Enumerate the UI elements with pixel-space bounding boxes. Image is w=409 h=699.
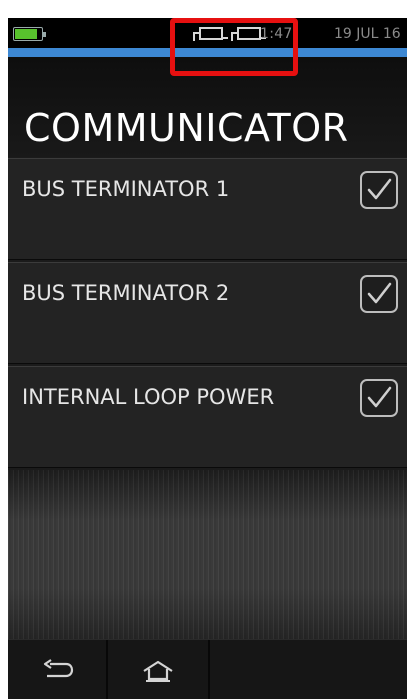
checkmark-icon	[367, 386, 392, 408]
status-date: 19 JUL 16	[334, 26, 401, 42]
background-texture	[8, 470, 407, 639]
highlight-box	[170, 18, 298, 76]
battery-icon	[13, 27, 46, 41]
back-button[interactable]	[8, 640, 106, 699]
checkmark-icon	[367, 282, 392, 304]
setting-internal-loop-power[interactable]: INTERNAL LOOP POWER	[8, 366, 407, 468]
setting-label: BUS TERMINATOR 1	[22, 177, 230, 201]
bus-terminator-1-checkbox[interactable]	[360, 171, 398, 209]
checkmark-icon	[367, 178, 392, 200]
home-icon	[143, 660, 173, 682]
back-icon	[43, 659, 74, 678]
device-screen: 1:47 19 JUL 16 COMMUNICATOR BUS TERMINAT…	[8, 18, 407, 699]
page-title: COMMUNICATOR	[24, 106, 349, 150]
setting-bus-terminator-2[interactable]: BUS TERMINATOR 2	[8, 262, 407, 364]
home-button[interactable]	[108, 640, 206, 699]
bus-terminator-2-checkbox[interactable]	[360, 275, 398, 313]
settings-list: BUS TERMINATOR 1 BUS TERMINATOR 2 INTERN…	[8, 158, 407, 468]
internal-loop-power-checkbox[interactable]	[360, 379, 398, 417]
setting-bus-terminator-1[interactable]: BUS TERMINATOR 1	[8, 158, 407, 260]
setting-label: INTERNAL LOOP POWER	[22, 385, 275, 409]
setting-label: BUS TERMINATOR 2	[22, 281, 230, 305]
nav-bar	[8, 639, 407, 699]
